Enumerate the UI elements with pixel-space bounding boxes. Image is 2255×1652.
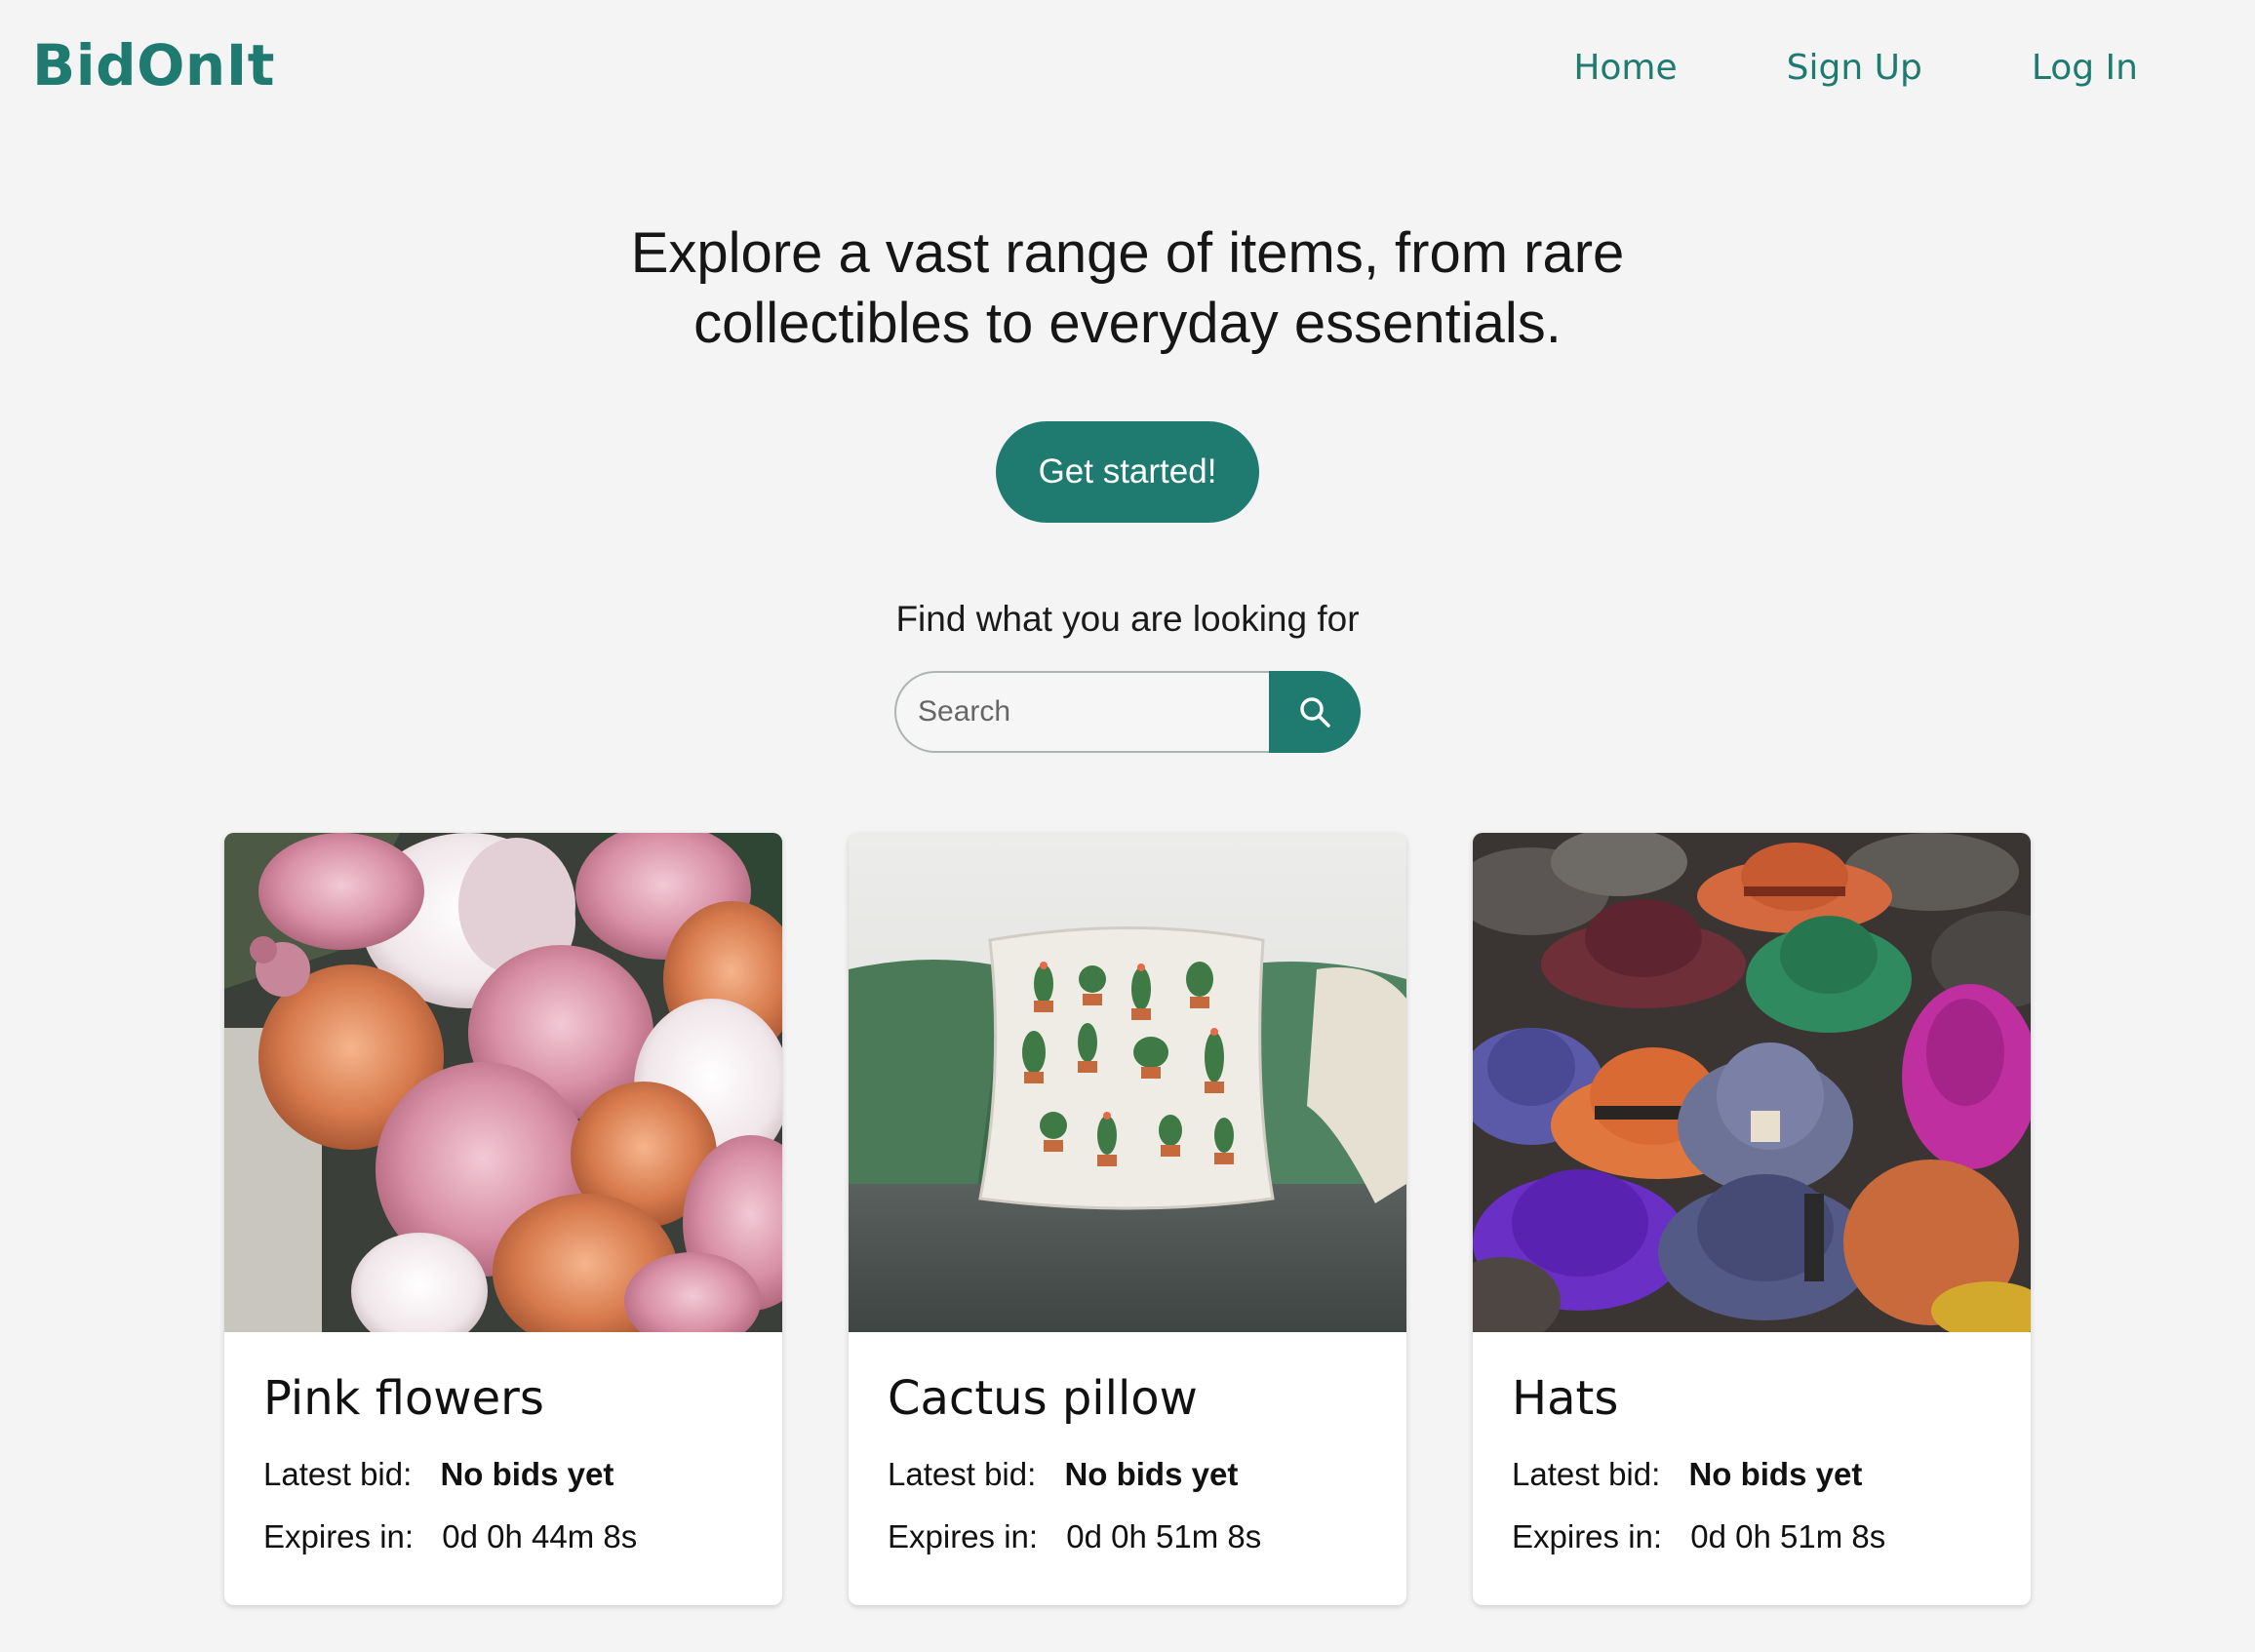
flowers-photo — [224, 833, 782, 1332]
listing-title[interactable]: Hats — [1512, 1369, 1992, 1428]
search-button[interactable] — [1269, 671, 1361, 753]
search-bar — [894, 671, 1361, 753]
latest-bid-value: No bids yet — [440, 1456, 614, 1492]
listing-card-body: Cactus pillow Latest bid: No bids yet Ex… — [849, 1332, 1406, 1556]
latest-bid-value: No bids yet — [1688, 1456, 1863, 1492]
expires-row: Expires in: 0d 0h 44m 8s — [263, 1517, 743, 1556]
listing-card-body: Pink flowers Latest bid: No bids yet Exp… — [224, 1332, 782, 1556]
nav-sign-up-link[interactable]: Sign Up — [1787, 51, 1922, 86]
top-navigation-bar: BidOnIt Home Sign Up Log In — [0, 0, 2255, 156]
hats-photo — [1473, 833, 2031, 1332]
hero-headline-line-2: collectibles to everyday essentials. — [693, 292, 1562, 355]
search-input[interactable] — [894, 671, 1269, 753]
expires-label: Expires in: — [888, 1518, 1039, 1554]
expires-row: Expires in: 0d 0h 51m 8s — [888, 1517, 1367, 1556]
expires-row: Expires in: 0d 0h 51m 8s — [1512, 1517, 1992, 1556]
latest-bid-row: Latest bid: No bids yet — [888, 1455, 1367, 1494]
expires-label: Expires in: — [1512, 1518, 1663, 1554]
latest-bid-row: Latest bid: No bids yet — [1512, 1455, 1992, 1494]
listing-title[interactable]: Pink flowers — [263, 1369, 743, 1428]
listing-card-hats[interactable]: Hats Latest bid: No bids yet Expires in:… — [1473, 833, 2031, 1605]
listings-grid: Pink flowers Latest bid: No bids yet Exp… — [224, 833, 2031, 1605]
listing-card-cactus-pillow[interactable]: Cactus pillow Latest bid: No bids yet Ex… — [849, 833, 1406, 1605]
expires-label: Expires in: — [263, 1518, 415, 1554]
latest-bid-label: Latest bid: — [888, 1456, 1037, 1492]
listing-title[interactable]: Cactus pillow — [888, 1369, 1367, 1428]
latest-bid-value: No bids yet — [1064, 1456, 1239, 1492]
nav-home-link[interactable]: Home — [1573, 51, 1677, 86]
expires-value: 0d 0h 51m 8s — [1690, 1518, 1886, 1554]
get-started-button[interactable]: Get started! — [996, 421, 1259, 523]
nav-log-in-link[interactable]: Log In — [2032, 51, 2138, 86]
listing-card-pink-flowers[interactable]: Pink flowers Latest bid: No bids yet Exp… — [224, 833, 782, 1605]
expires-value: 0d 0h 51m 8s — [1066, 1518, 1262, 1554]
latest-bid-label: Latest bid: — [1512, 1456, 1661, 1492]
latest-bid-label: Latest bid: — [263, 1456, 413, 1492]
hero-headline: Explore a vast range of items, from rare… — [591, 218, 1664, 359]
search-icon — [1300, 697, 1330, 728]
expires-value: 0d 0h 44m 8s — [442, 1518, 638, 1554]
cactus-pillow-photo — [849, 833, 1406, 1332]
brand-logo[interactable]: BidOnIt — [32, 37, 275, 94]
hero-headline-line-1: Explore a vast range of items, from rare — [630, 221, 1625, 285]
hero-section: Explore a vast range of items, from rare… — [0, 218, 2255, 359]
search-heading: Find what you are looking for — [895, 599, 1360, 639]
latest-bid-row: Latest bid: No bids yet — [263, 1455, 743, 1494]
listing-card-body: Hats Latest bid: No bids yet Expires in:… — [1473, 1332, 2031, 1556]
main-nav: Home Sign Up Log In — [1573, 51, 2138, 86]
